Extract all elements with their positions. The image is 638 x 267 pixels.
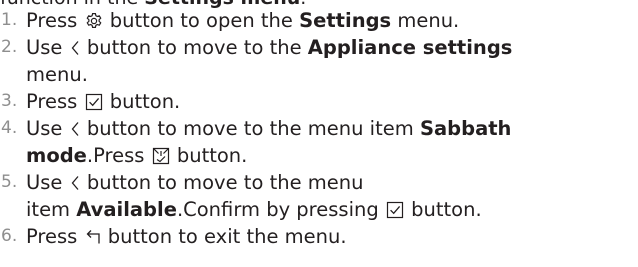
step-text: button. [109, 90, 181, 113]
step-text-continued: menu. [26, 63, 88, 86]
step-1: 1. Press button to open the Settings menu… [0, 7, 638, 34]
step-text: button to move to the menu [86, 171, 364, 194]
step-text: Press [26, 225, 78, 248]
step-number: 1. [1, 10, 18, 30]
back-arrow-icon [85, 228, 101, 246]
sabbath-mode-icon [152, 147, 170, 165]
step-text: Use [26, 171, 63, 194]
gear-icon [85, 12, 103, 30]
chevron-left-icon [70, 39, 80, 57]
step-4: 4. Use button to move to the menu item Sa… [0, 115, 638, 169]
step-text: .Press [86, 144, 145, 167]
step-text: button to open the [109, 9, 293, 32]
step-text: .Confirm by pressing [176, 198, 379, 221]
step-text: button to move to the [86, 36, 302, 59]
step-text: button. [176, 144, 248, 167]
instruction-steps: 1. Press button to open the Settings menu… [0, 7, 638, 250]
menu-name-continued: mode [26, 144, 87, 167]
step-text: Press [26, 90, 78, 113]
step-text: Use [26, 117, 63, 140]
step-text: button to move to the menu item [86, 117, 414, 140]
chevron-left-icon [70, 120, 80, 138]
chevron-left-icon [70, 174, 80, 192]
step-3: 3. Press button. [0, 88, 638, 115]
checkbox-check-icon [386, 201, 404, 219]
step-6: 6. Press button to exit the menu. [0, 223, 638, 250]
menu-name: Settings [299, 9, 392, 32]
step-text-continued: item [26, 198, 71, 221]
step-2: 2. Use button to move to the Appliance se… [0, 34, 638, 88]
step-text: Use [26, 36, 63, 59]
menu-name: Appliance settings [307, 36, 513, 59]
step-number: 6. [1, 226, 18, 246]
checkbox-check-icon [85, 93, 103, 111]
step-text: button to exit the menu. [107, 225, 347, 248]
step-text: menu. [397, 9, 460, 32]
step-text: Press [26, 9, 78, 32]
step-5: 5. Use button to move to the menu item Ava… [0, 169, 638, 223]
menu-name: Sabbath [419, 117, 512, 140]
step-number: 4. [1, 118, 18, 138]
step-number: 5. [1, 172, 18, 192]
menu-name: Available [76, 198, 177, 221]
step-number: 2. [1, 37, 18, 57]
step-text: button. [411, 198, 482, 221]
step-number: 3. [1, 91, 18, 111]
